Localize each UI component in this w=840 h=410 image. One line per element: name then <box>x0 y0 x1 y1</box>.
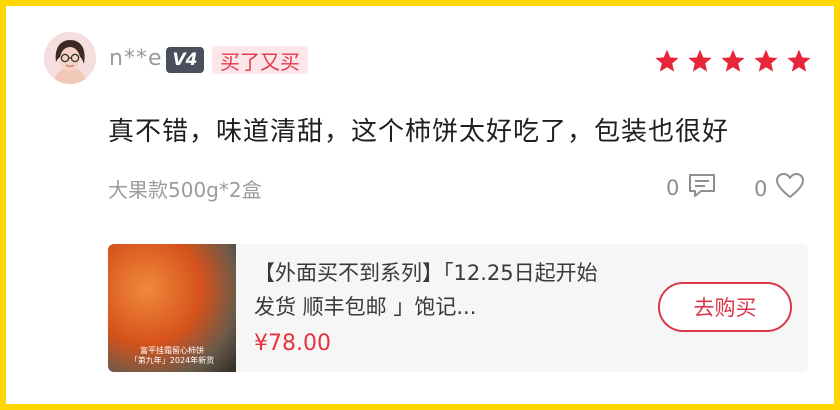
star-icon <box>754 49 778 72</box>
star-icon <box>721 49 745 72</box>
product-spec: 大果款500g*2盒 <box>108 178 262 202</box>
product-price: ¥78.00 <box>254 331 331 356</box>
product-card[interactable]: 富平挂霜留心柿饼 「第九年」2024年新货 【外面买不到系列】「12.25日起开… <box>108 244 808 372</box>
like-button[interactable]: 0 <box>754 172 805 205</box>
avatar[interactable] <box>44 32 96 84</box>
product-title[interactable]: 【外面买不到系列】「12.25日起开始发货 顺丰包邮 」饱记... <box>254 256 614 324</box>
comment-count: 0 <box>666 175 680 200</box>
comment-button[interactable]: 0 <box>666 172 717 203</box>
buy-button[interactable]: 去购买 <box>658 282 792 332</box>
star-icon <box>688 49 712 72</box>
review-card: n**e V4 买了又买 真不错，味道清甜，这个柿饼太好吃了，包装也很好 大果款… <box>6 6 834 404</box>
repurchase-tag: 买了又买 <box>212 46 308 74</box>
review-text: 真不错，味道清甜，这个柿饼太好吃了，包装也很好 <box>108 117 730 147</box>
star-icon <box>655 49 679 72</box>
star-icon <box>787 49 811 72</box>
product-thumbnail[interactable]: 富平挂霜留心柿饼 「第九年」2024年新货 <box>108 244 236 372</box>
thumbnail-caption-line: 「第九年」2024年新货 <box>129 356 215 365</box>
rating-stars <box>654 48 812 74</box>
vip-level-badge: V4 <box>166 47 204 73</box>
thumbnail-caption-line: 富平挂霜留心柿饼 <box>140 346 204 355</box>
thumbnail-caption: 富平挂霜留心柿饼 「第九年」2024年新货 <box>108 346 236 366</box>
username[interactable]: n**e <box>109 46 162 71</box>
comment-icon <box>687 172 717 203</box>
heart-icon <box>775 172 805 205</box>
like-count: 0 <box>754 176 768 201</box>
